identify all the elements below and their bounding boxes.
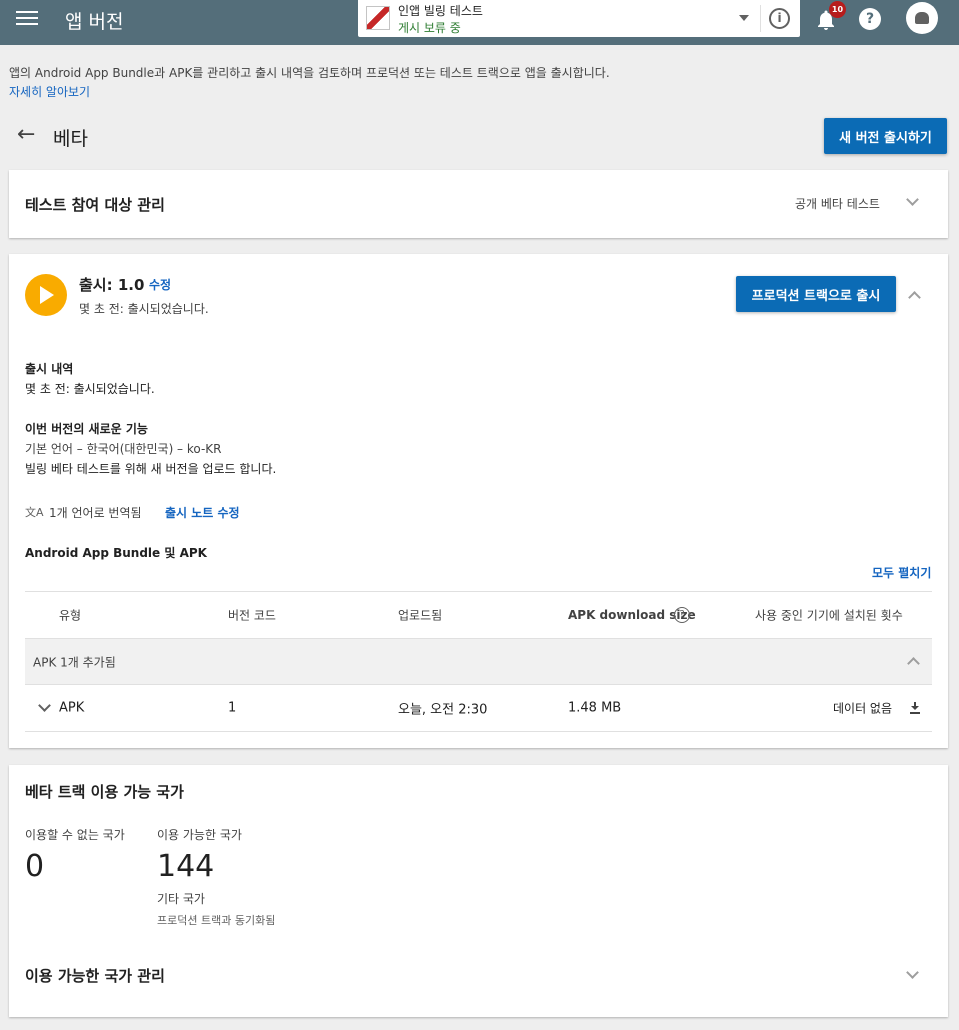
- chevron-down-icon[interactable]: [739, 15, 749, 21]
- back-arrow-icon[interactable]: ←: [17, 124, 35, 146]
- expand-all-link[interactable]: 모두 펼치기: [872, 564, 931, 581]
- avatar[interactable]: [906, 2, 938, 34]
- countries-title: 베타 트랙 이용 가능 국가: [25, 783, 184, 801]
- translated-count: 1개 언어로 번역됨: [49, 506, 142, 520]
- col-type: 유형: [59, 608, 82, 623]
- countries-card: 베타 트랙 이용 가능 국가 이용할 수 없는 국가 0 이용 가능한 국가 1…: [9, 765, 948, 1017]
- col-installs: 사용 중인 기기에 설치된 횟수: [755, 608, 903, 623]
- apk-type: APK: [59, 700, 85, 716]
- translate-icon: 文A: [25, 506, 44, 519]
- new-release-button[interactable]: 새 버전 출시하기: [824, 118, 947, 154]
- page-title: 베타: [53, 128, 88, 150]
- release-subtitle: 몇 초 전: 출시되었습니다.: [79, 302, 209, 316]
- release-language: 기본 언어 – 한국어(대한민국) – ko-KR: [25, 442, 222, 456]
- app-name: 인앱 빌링 테스트: [398, 4, 483, 18]
- bundles-title: Android App Bundle 및 APK: [25, 546, 207, 560]
- testers-card[interactable]: 테스트 참여 대상 관리 공개 베타 테스트: [9, 170, 948, 238]
- available-countries-label: 이용 가능한 국가: [157, 828, 242, 842]
- apk-installs: 데이터 없음: [833, 701, 893, 716]
- other-countries-label: 기타 국가: [157, 892, 205, 906]
- app-bar-title: 앱 버전: [65, 11, 124, 33]
- promote-to-production-button[interactable]: 프로덕션 트랙으로 출시: [736, 276, 896, 312]
- release-card: 출시: 1.0 수정 몇 초 전: 출시되었습니다. 프로덕션 트랙으로 출시 …: [9, 254, 948, 748]
- learn-more-link[interactable]: 자세히 알아보기: [9, 83, 90, 100]
- table-row[interactable]: APK 1 오늘, 오전 2:30 1.48 MB 데이터 없음: [25, 685, 932, 732]
- notification-badge: 10: [829, 1, 846, 18]
- synced-label: 프로덕션 트랙과 동기화됨: [157, 914, 276, 927]
- testing-mode: 공개 베타 테스트: [795, 197, 880, 211]
- apk-version-code: 1: [228, 700, 237, 716]
- top-app-bar: 앱 버전 인앱 빌링 테스트 게시 보류 중 i 10 ?: [0, 0, 959, 45]
- apk-size: 1.48 MB: [568, 700, 622, 716]
- unavailable-countries-label: 이용할 수 없는 국가: [25, 828, 125, 842]
- app-thumbnail: [366, 6, 390, 30]
- manage-countries-title[interactable]: 이용 가능한 국가 관리: [25, 965, 165, 986]
- edit-release-notes-link[interactable]: 출시 노트 수정: [165, 504, 240, 521]
- divider: [760, 5, 761, 32]
- col-uploaded: 업로드됨: [398, 608, 443, 623]
- chevron-down-icon[interactable]: [906, 193, 919, 206]
- menu-icon[interactable]: [16, 11, 38, 33]
- chevron-down-icon[interactable]: [906, 966, 919, 979]
- whats-new-title: 이번 버전의 새로운 기능: [25, 422, 148, 436]
- release-title: 출시: 1.0: [79, 276, 145, 294]
- chevron-up-icon[interactable]: [908, 291, 921, 304]
- testers-title: 테스트 참여 대상 관리: [25, 196, 165, 214]
- edit-release-link[interactable]: 수정: [149, 276, 171, 293]
- android-icon: [915, 12, 929, 24]
- apk-group-header[interactable]: APK 1개 추가됨: [25, 639, 932, 685]
- help-circle-icon[interactable]: ?: [674, 607, 690, 623]
- table-header: 유형 버전 코드 업로드됨 APK download size ? 사용 중인 …: [25, 591, 932, 639]
- apk-group-label: APK 1개 추가됨: [33, 655, 116, 669]
- release-notes: 빌링 베타 테스트를 위해 새 버전을 업로드 합니다.: [25, 462, 277, 476]
- download-icon[interactable]: [908, 701, 922, 715]
- unavailable-countries-count: 0: [25, 849, 45, 884]
- col-version-code: 버전 코드: [228, 608, 276, 623]
- info-icon[interactable]: i: [769, 8, 790, 29]
- available-countries-count: 144: [157, 849, 215, 884]
- release-icon: [25, 274, 67, 316]
- help-icon[interactable]: ?: [859, 8, 881, 30]
- app-selector[interactable]: 인앱 빌링 테스트 게시 보류 중 i: [358, 0, 800, 37]
- app-status: 게시 보류 중: [398, 21, 461, 35]
- history-title: 출시 내역: [25, 362, 74, 376]
- chevron-up-icon[interactable]: [907, 657, 920, 670]
- apk-uploaded: 오늘, 오전 2:30: [398, 702, 488, 718]
- history-text: 몇 초 전: 출시되었습니다.: [25, 382, 155, 396]
- page-description: 앱의 Android App Bundle과 APK를 관리하고 출시 내역을 …: [9, 66, 610, 80]
- chevron-down-icon[interactable]: [38, 699, 51, 712]
